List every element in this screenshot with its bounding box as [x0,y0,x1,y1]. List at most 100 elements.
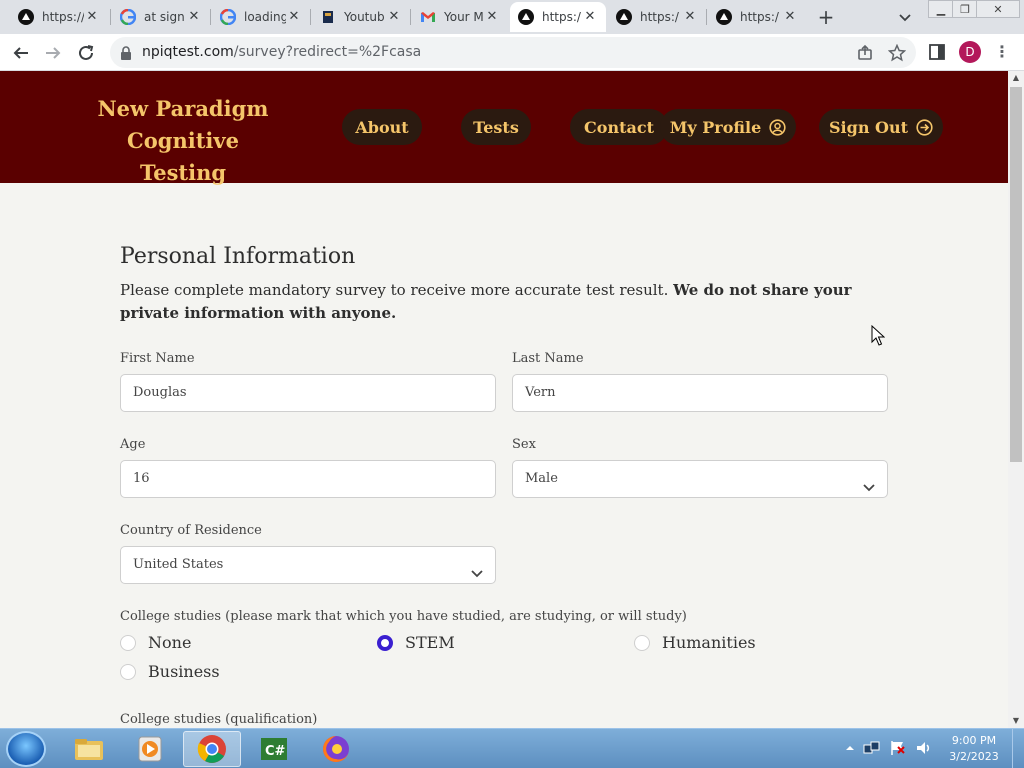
forward-arrow-icon[interactable] [40,40,66,66]
bookmark-star-icon[interactable] [887,43,907,62]
clock-time: 9:00 PM [951,734,997,747]
browser-tab-5[interactable]: Your M ✕ [412,2,508,32]
college-qualification-label: College studies (qualification) [120,712,318,727]
college-option-none[interactable]: None [120,633,191,652]
page-title: Personal Information [120,244,356,269]
nav-about-label: About [355,117,409,137]
firefox-icon[interactable] [307,731,365,767]
svg-text:C#: C# [265,744,286,759]
google-g-icon [120,9,136,25]
book-icon [320,9,336,25]
page-scrollbar[interactable]: ▲ ▼ [1008,71,1024,728]
browser-toolbar: npiqtest.com/survey?redirect=%2Fcasa D ⋮ [0,34,1024,71]
back-arrow-icon[interactable] [8,40,34,66]
close-tab-icon[interactable]: ✕ [84,9,100,25]
close-tab-icon[interactable]: ✕ [386,9,402,25]
show-hidden-icons-icon[interactable] [845,739,855,761]
nav-my-profile-label: My Profile [669,117,762,137]
address-bar[interactable]: npiqtest.com/survey?redirect=%2Fcasa [110,37,916,68]
tab-title: https:/ [542,10,581,24]
page-viewport: New Paradigm Cognitive Testing About Tes… [0,71,1008,728]
scroll-up-arrow-icon[interactable]: ▲ [1008,71,1024,85]
college-studies-label: College studies (please mark that which … [120,609,687,624]
chevron-down-icon [863,473,875,509]
browser-tab-4[interactable]: Youtub ✕ [312,2,410,32]
gmail-icon [420,9,436,25]
tab-separator [210,9,211,25]
browser-tab-8[interactable]: https:/ ✕ [708,2,806,32]
minimize-window-icon[interactable]: ▁ [928,0,954,18]
radio-stem-selected[interactable] [377,634,393,651]
site-brand[interactable]: New Paradigm Cognitive Testing [86,93,280,189]
tab-separator [310,9,311,25]
system-tray [845,739,933,761]
close-tab-icon[interactable]: ✕ [286,9,302,25]
college-option-humanities[interactable]: Humanities [634,633,756,652]
tab-title: loading [244,10,286,24]
url-path: /survey?redirect=%2Fcasa [233,44,422,60]
scrollbar-thumb[interactable] [1010,87,1022,462]
last-name-label: Last Name [512,351,584,366]
nav-contact-button[interactable]: Contact [570,109,668,145]
radio-stem-label: STEM [405,633,455,652]
close-tab-icon[interactable]: ✕ [582,9,598,25]
radio-none[interactable] [120,634,136,651]
browser-tab-1[interactable]: https:// ✕ [10,2,108,32]
browser-tab-3[interactable]: loading ✕ [212,2,310,32]
vercel-triangle-icon [18,9,34,25]
nav-about-button[interactable]: About [342,109,422,145]
volume-icon[interactable] [915,739,933,761]
show-desktop-button[interactable] [1012,729,1024,768]
tab-title: https:// [42,10,84,24]
restore-window-icon[interactable]: ❐ [952,0,978,18]
tab-title: https:/ [640,10,679,24]
nav-sign-out-button[interactable]: Sign Out [819,109,943,145]
last-name-field[interactable]: Vern [512,374,888,412]
browser-menu-icon[interactable]: ⋮ [994,42,1010,62]
close-tab-icon[interactable]: ✕ [782,9,798,25]
media-player-icon[interactable] [121,731,179,767]
browser-tab-6-active[interactable]: https:/ ✕ [510,2,606,32]
sex-select[interactable]: Male [512,460,888,498]
college-option-business[interactable]: Business [120,662,220,681]
scroll-down-arrow-icon[interactable]: ▼ [1008,714,1024,728]
taskbar-clock[interactable]: 9:00 PM 3/2/2023 [946,733,1002,765]
close-tab-icon[interactable]: ✕ [682,9,698,25]
nav-sign-out-label: Sign Out [829,117,908,137]
brand-line-1: New Paradigm [97,96,269,121]
browser-tab-2[interactable]: at sign ✕ [112,2,210,32]
nav-tests-label: Tests [473,117,519,137]
close-tab-icon[interactable]: ✕ [186,9,202,25]
network-icon[interactable] [863,739,881,761]
profile-avatar[interactable]: D [959,41,981,63]
url-text: npiqtest.com/survey?redirect=%2Fcasa [142,44,421,60]
close-tab-icon[interactable]: ✕ [484,9,500,25]
new-tab-icon[interactable]: + [814,6,838,28]
first-name-field[interactable]: Douglas [120,374,496,412]
csharp-icon[interactable]: C# [245,731,303,767]
tab-search-chevron-icon[interactable] [896,8,914,26]
share-icon[interactable] [856,44,874,62]
nav-my-profile-button[interactable]: My Profile [660,109,796,145]
windows-start-button[interactable] [6,731,46,767]
vercel-triangle-icon [716,9,732,25]
close-window-icon[interactable]: ✕ [976,0,1020,18]
radio-humanities[interactable] [634,634,650,651]
tab-separator [706,9,707,25]
reload-icon[interactable] [73,40,99,66]
chrome-icon[interactable] [183,731,241,767]
nav-tests-button[interactable]: Tests [461,109,531,145]
radio-none-label: None [148,633,192,652]
explorer-folder-icon[interactable] [60,731,118,767]
lock-icon [120,45,132,64]
user-circle-icon [769,118,786,136]
radio-business[interactable] [120,663,136,680]
country-label: Country of Residence [120,523,262,538]
college-option-stem[interactable]: STEM [377,633,455,652]
browser-tab-7[interactable]: https:/ ✕ [608,2,706,32]
age-field[interactable]: 16 [120,460,496,498]
action-center-flag-icon[interactable] [889,739,907,761]
clock-date: 3/2/2023 [949,750,999,763]
side-panel-icon[interactable] [928,43,946,61]
country-select[interactable]: United States [120,546,496,584]
